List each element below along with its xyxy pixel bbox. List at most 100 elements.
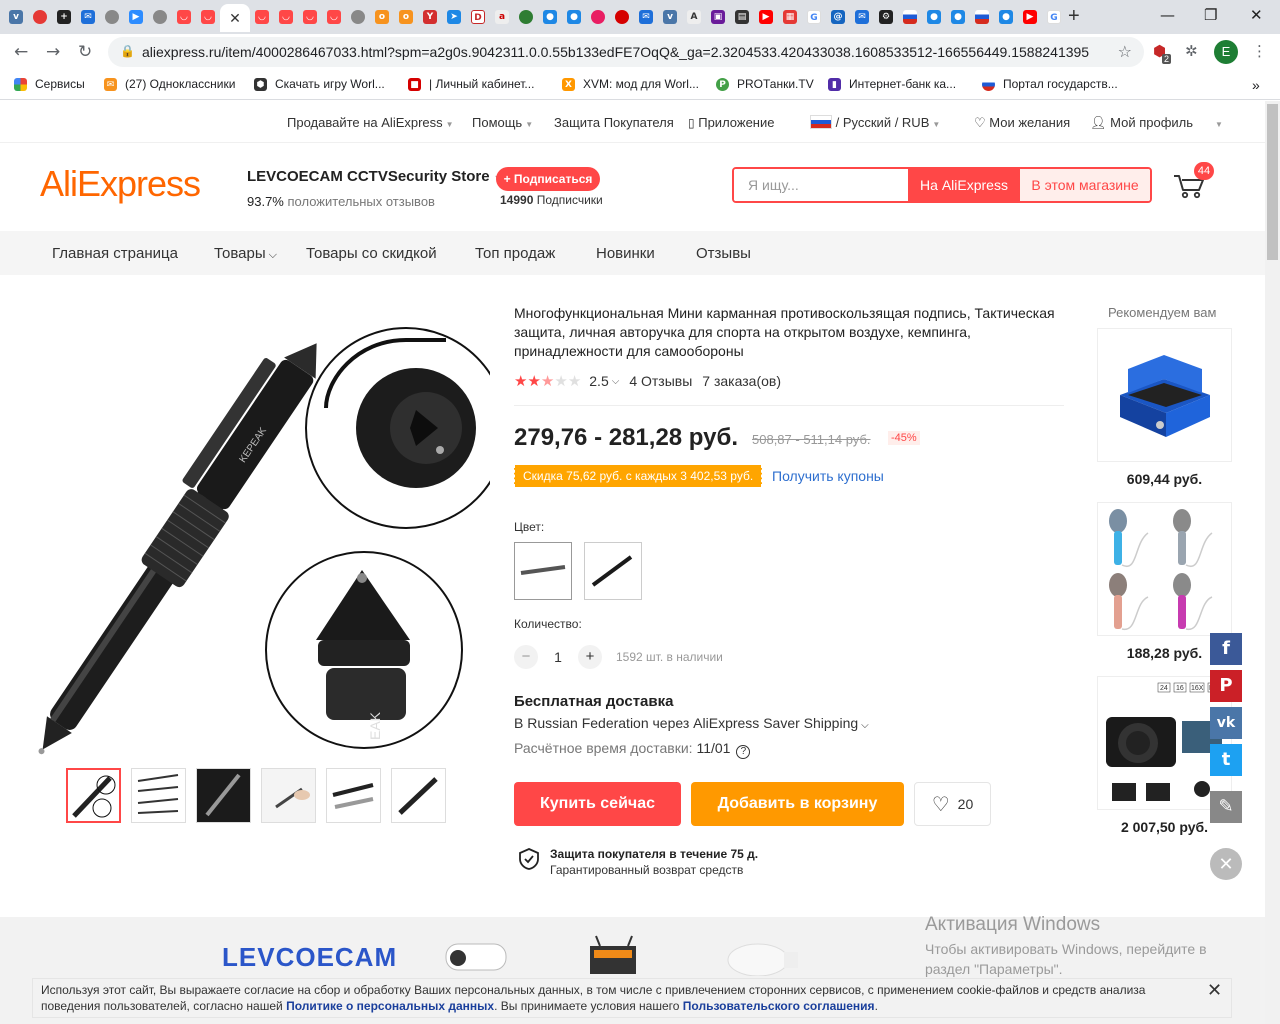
tab-y[interactable]: Y <box>418 6 442 28</box>
tab-arrow[interactable]: ➤ <box>442 6 466 28</box>
tab-google[interactable]: G <box>802 6 826 28</box>
tab-as[interactable]: A <box>682 6 706 28</box>
close-window-icon[interactable]: ✕ <box>1250 6 1263 24</box>
wishlist-button[interactable]: ♡ 20 <box>914 782 991 826</box>
vk-share-icon[interactable]: vk <box>1210 707 1242 739</box>
store-nav-new[interactable]: Новинки <box>596 245 655 262</box>
store-nav-top[interactable]: Топ продаж <box>475 245 555 262</box>
tab-globe-3[interactable] <box>346 6 370 28</box>
star-icon[interactable]: ☆ <box>1118 42 1132 62</box>
subscribe-button[interactable]: + Подписаться <box>496 167 600 191</box>
new-tab-button[interactable]: + <box>1068 5 1080 28</box>
color-option-silver[interactable] <box>514 542 572 600</box>
buy-now-button[interactable]: Купить сейчас <box>514 782 681 826</box>
search-aliexpress-button[interactable]: На AliExpress <box>908 169 1020 201</box>
thumbnail-6[interactable] <box>391 768 446 823</box>
tab-pink[interactable] <box>586 6 610 28</box>
tab-at[interactable]: @ <box>826 6 850 28</box>
address-bar[interactable]: 🔒 aliexpress.ru/item/4000286467033.html?… <box>108 37 1144 67</box>
tab-mail-2[interactable]: ✉ <box>634 6 658 28</box>
tab-flag-2[interactable] <box>970 6 994 28</box>
close-share-icon[interactable]: ✕ <box>1210 848 1242 880</box>
tab-plus[interactable]: + <box>52 6 76 28</box>
edit-share-icon[interactable]: ✎ <box>1210 791 1242 823</box>
pinterest-share-icon[interactable]: P <box>1210 670 1242 702</box>
twitter-share-icon[interactable]: t <box>1210 744 1242 776</box>
bookmark-services[interactable]: Сервисы <box>14 77 85 91</box>
facebook-share-icon[interactable]: f <box>1210 633 1242 665</box>
bookmark-cabinet[interactable]: ■ | Личный кабинет... <box>408 77 534 91</box>
wishlist-link[interactable]: ♡ Мои желания <box>974 115 1070 131</box>
reload-icon[interactable]: ↻ <box>78 42 92 62</box>
tab-ae-5[interactable]: ◡ <box>298 6 322 28</box>
color-option-black[interactable] <box>584 542 642 600</box>
minimize-icon[interactable]: — <box>1160 6 1175 24</box>
close-tab-icon[interactable]: ✕ <box>229 10 241 27</box>
user-agreement-link[interactable]: Пользовательского соглашения <box>683 999 875 1013</box>
tab-red[interactable] <box>28 6 52 28</box>
tab-gear[interactable]: ⚙ <box>874 6 898 28</box>
app-link[interactable]: ▯ Приложение <box>688 115 774 130</box>
thumbnail-1[interactable] <box>66 768 121 823</box>
bookmark-protanki[interactable]: P PROТанки.TV <box>716 77 814 91</box>
menu-icon[interactable]: ⋮ <box>1252 42 1267 60</box>
tab-mail[interactable]: ✉ <box>76 6 100 28</box>
extensions-icon[interactable]: ✲ <box>1185 42 1198 60</box>
tab-grid[interactable]: ▦ <box>778 6 802 28</box>
add-to-cart-button[interactable]: Добавить в корзину <box>691 782 904 826</box>
tab-vk-2[interactable]: v <box>658 6 682 28</box>
tab-flag[interactable] <box>898 6 922 28</box>
bookmark-wot[interactable]: ⬢ Скачать игру Worl... <box>254 77 385 91</box>
back-icon[interactable]: ← <box>14 42 28 62</box>
store-nav-products[interactable]: Товары ⌵ <box>214 245 277 262</box>
tab-purple[interactable]: ▣ <box>706 6 730 28</box>
url-text[interactable]: aliexpress.ru/item/4000286467033.html?sp… <box>142 44 1089 60</box>
tab-ae-6[interactable]: ◡ <box>322 6 346 28</box>
forward-icon[interactable]: → <box>46 42 60 62</box>
recommended-item-1-image[interactable] <box>1097 328 1232 462</box>
bookmark-xvm[interactable]: X XVM: мод для Worl... <box>562 77 699 91</box>
tab-ae-4[interactable]: ◡ <box>274 6 298 28</box>
tab-a[interactable]: a <box>490 6 514 28</box>
store-name[interactable]: LEVCOECAM CCTVSecurity Store▼ <box>247 168 502 185</box>
quantity-input[interactable]: 1 <box>550 649 566 665</box>
tab-ok-2[interactable]: o <box>394 6 418 28</box>
tab-youtube-2[interactable]: ▶ <box>1018 6 1042 28</box>
tab-ok[interactable]: o <box>370 6 394 28</box>
quantity-plus-button[interactable]: + <box>578 645 602 669</box>
tab-doc[interactable]: D <box>466 6 490 28</box>
tab-ae-2[interactable]: ◡ <box>196 6 220 28</box>
help-icon[interactable]: ? <box>736 745 751 759</box>
store-nav-reviews[interactable]: Отзывы <box>696 245 751 262</box>
bookmark-odnoklassniki[interactable]: ✉ (27) Одноклассники <box>104 77 235 91</box>
reviews-link[interactable]: 4 Отзывы <box>629 373 692 389</box>
tab-zoom[interactable]: ▶ <box>124 6 148 28</box>
thumbnail-4[interactable] <box>261 768 316 823</box>
tab-globe-2[interactable] <box>148 6 172 28</box>
rating-stars[interactable]: ★★★★★ <box>514 372 581 390</box>
tab-drop-4[interactable]: ● <box>946 6 970 28</box>
product-main-image[interactable]: KEPEAK EAK <box>26 300 490 756</box>
tab-globe[interactable] <box>100 6 124 28</box>
search-input[interactable]: Я ищу... <box>734 169 908 201</box>
thumbnail-2[interactable] <box>131 768 186 823</box>
recommended-item-2-image[interactable] <box>1097 502 1232 636</box>
maximize-icon[interactable]: ❐ <box>1204 6 1217 24</box>
scrollbar-thumb[interactable] <box>1267 104 1278 260</box>
tab-google-2[interactable]: G <box>1042 6 1066 28</box>
bookmark-gosuslugi[interactable]: Портал государств... <box>982 77 1118 91</box>
help-link[interactable]: Помощь ▼ <box>472 115 533 130</box>
privacy-policy-link[interactable]: Политике о персональных данных <box>286 999 494 1013</box>
store-nav-home[interactable]: Главная страница <box>52 245 178 262</box>
tab-ae-1[interactable]: ◡ <box>172 6 196 28</box>
thumbnail-5[interactable] <box>326 768 381 823</box>
cookie-close-button[interactable]: ✕ <box>1207 980 1222 1001</box>
tab-red-2[interactable] <box>610 6 634 28</box>
tab-drop[interactable]: ● <box>538 6 562 28</box>
tab-drop-3[interactable]: ● <box>922 6 946 28</box>
buyer-protection-link[interactable]: Защита Покупателя <box>554 115 674 130</box>
shipping-method[interactable]: В Russian Federation через AliExpress Sa… <box>514 715 869 731</box>
tab-drop-2[interactable]: ● <box>562 6 586 28</box>
bookmarks-more-icon[interactable]: » <box>1252 77 1260 93</box>
recommended-item-1-price[interactable]: 609,44 руб. <box>1097 471 1232 487</box>
